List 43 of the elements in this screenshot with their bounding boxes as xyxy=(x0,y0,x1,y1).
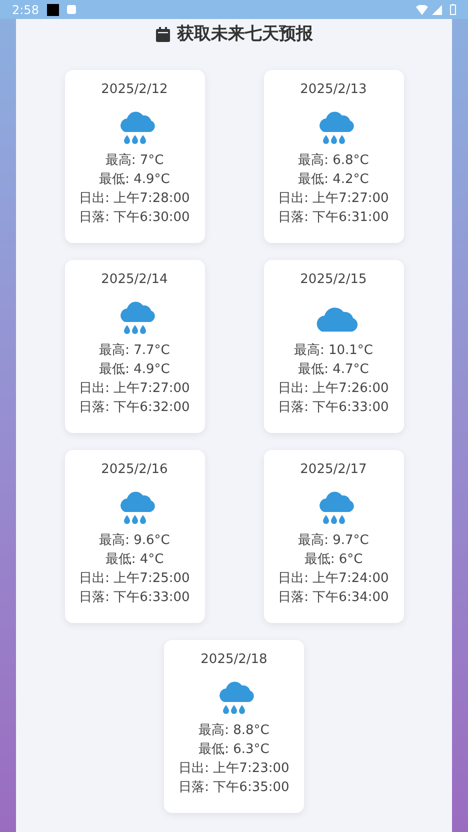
date-text: 2025/2/12 xyxy=(101,81,168,99)
sunrise-text: 日出: 上午7:27:00 xyxy=(79,380,190,398)
sunset-text: 日落: 下午6:33:00 xyxy=(79,589,190,607)
low-temp-text: 最低: 4.9°C xyxy=(99,361,170,379)
signal-icon xyxy=(432,4,442,14)
low-temp-text: 最低: 6°C xyxy=(304,551,363,569)
high-temp-text: 最高: 9.6°C xyxy=(99,532,170,550)
sunset-text: 日落: 下午6:33:00 xyxy=(278,399,389,417)
date-text: 2025/2/18 xyxy=(200,651,268,669)
sunrise-text: 日出: 上午7:25:00 xyxy=(79,570,190,588)
date-text: 2025/2/14 xyxy=(101,271,168,289)
notification-icon xyxy=(66,5,76,14)
high-temp-text: 最高: 9.7°C xyxy=(298,532,369,550)
status-time: 2:58 xyxy=(12,2,39,18)
date-text: 2025/2/16 xyxy=(101,461,168,479)
sunrise-text: 日出: 上午7:28:00 xyxy=(79,190,190,208)
notification-icon xyxy=(46,4,59,16)
battery-icon xyxy=(450,4,456,15)
low-temp-text: 最低: 4°C xyxy=(105,551,164,569)
sunrise-text: 日出: 上午7:27:00 xyxy=(278,190,389,208)
sunset-text: 日落: 下午6:31:00 xyxy=(278,209,389,227)
low-temp-text: 最低: 6.3°C xyxy=(198,741,270,759)
high-temp-text: 最高: 8.8°C xyxy=(198,722,270,740)
wifi-icon xyxy=(416,4,428,14)
date-text: 2025/2/17 xyxy=(300,461,367,479)
high-temp-text: 最高: 6.8°C xyxy=(298,152,369,170)
calendar-icon xyxy=(155,27,171,43)
high-temp-text: 最高: 10.1°C xyxy=(294,342,374,360)
page-title: 获取未来七天预报 xyxy=(177,23,313,46)
low-temp-text: 最低: 4.7°C xyxy=(298,361,369,379)
high-temp-text: 最高: 7.7°C xyxy=(99,342,170,360)
sunset-text: 日落: 下午6:30:00 xyxy=(79,209,190,227)
sunset-text: 日落: 下午6:32:00 xyxy=(79,399,190,417)
sunrise-text: 日出: 上午7:24:00 xyxy=(278,570,389,588)
sunrise-text: 日出: 上午7:23:00 xyxy=(178,760,290,778)
sunset-text: 日落: 下午6:35:00 xyxy=(178,779,290,797)
date-text: 2025/2/13 xyxy=(300,81,367,99)
low-temp-text: 最低: 4.2°C xyxy=(298,171,369,189)
sunset-text: 日落: 下午6:34:00 xyxy=(278,589,389,607)
high-temp-text: 最高: 7°C xyxy=(105,152,164,170)
sunrise-text: 日出: 上午7:26:00 xyxy=(278,380,389,398)
low-temp-text: 最低: 4.9°C xyxy=(99,171,170,189)
date-text: 2025/2/15 xyxy=(300,271,367,289)
